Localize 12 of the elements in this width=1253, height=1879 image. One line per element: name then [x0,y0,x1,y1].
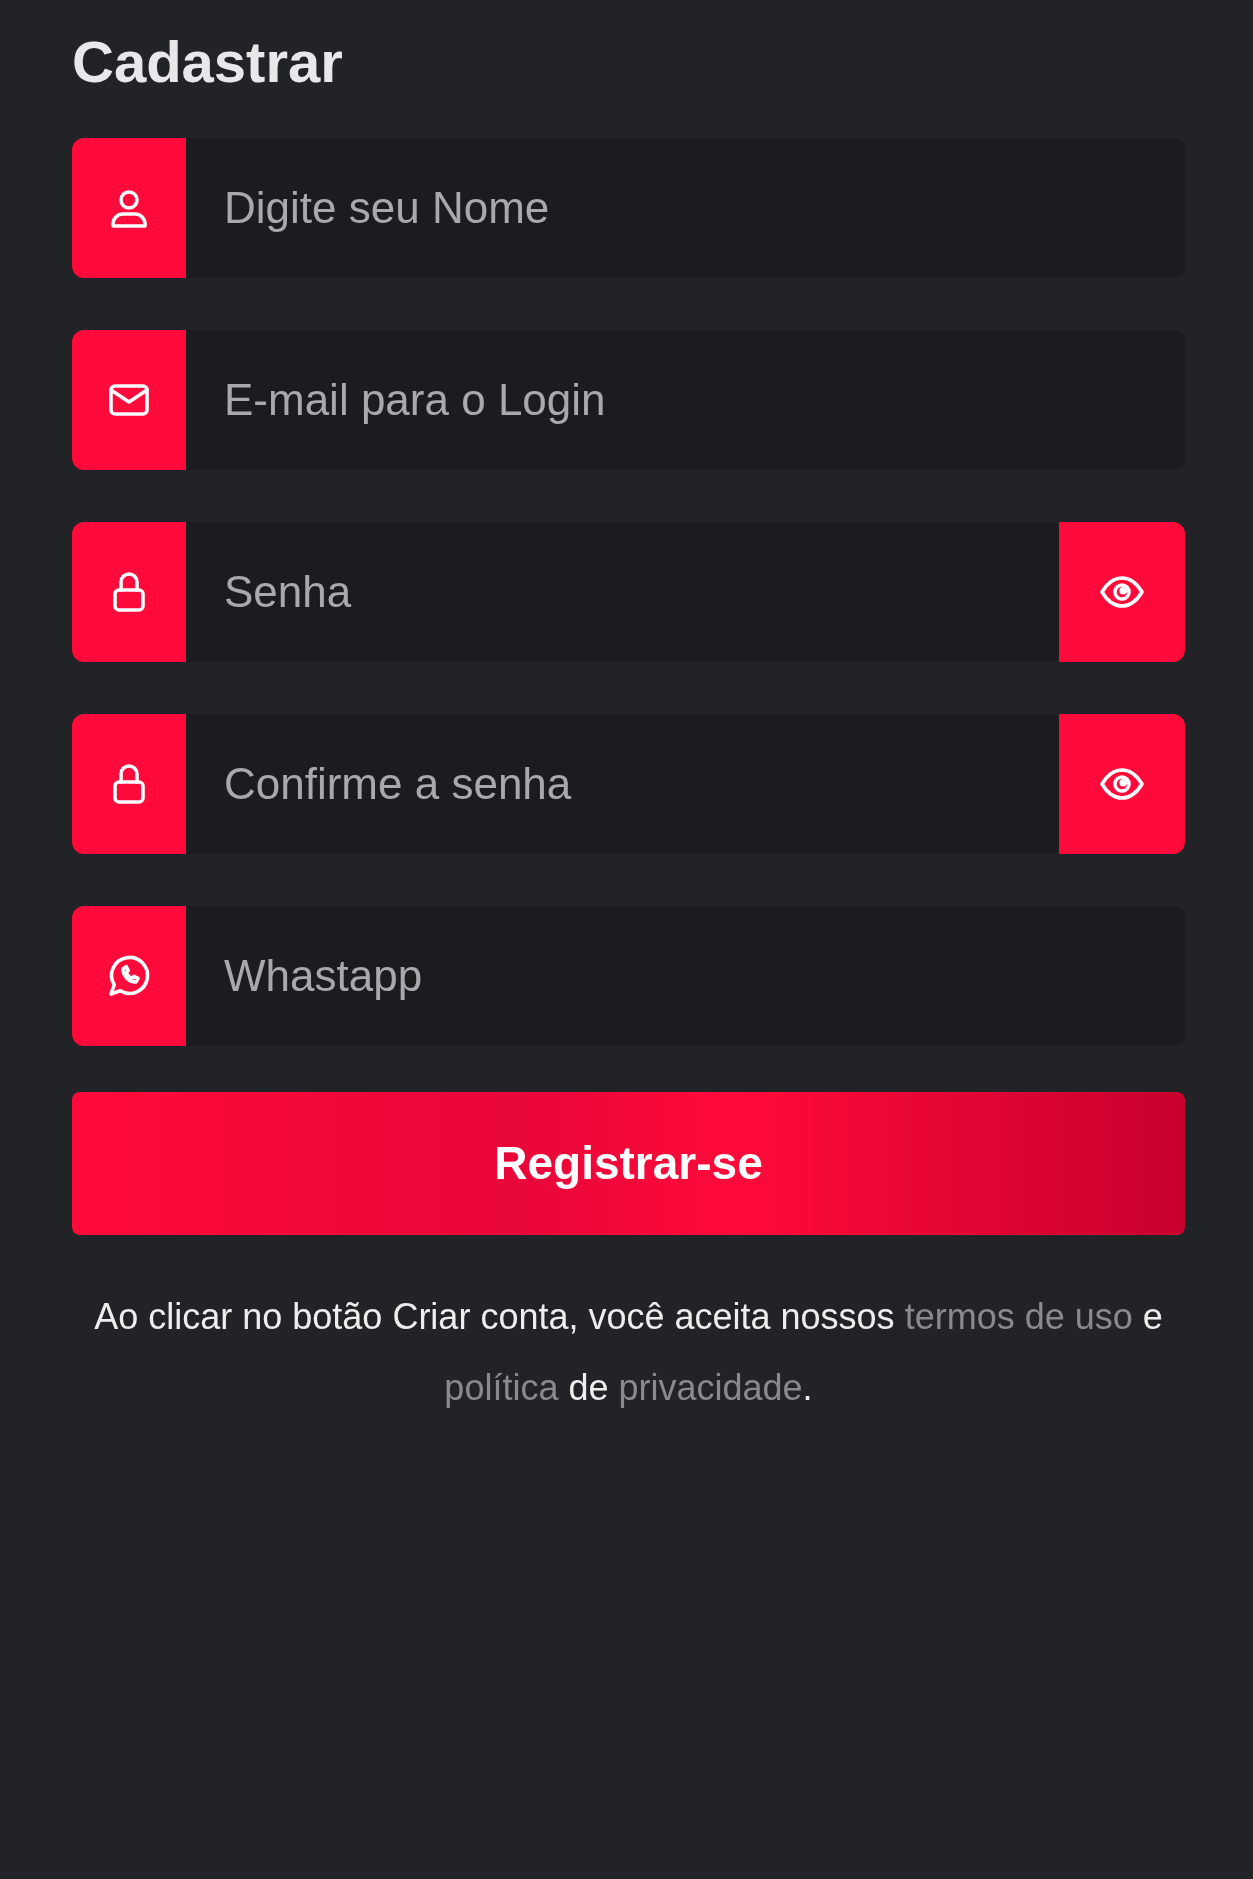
input-field[interactable]: Confirme a senha [186,713,1059,854]
page-title: Cadastrar [72,30,344,94]
text-field[interactable]: Senha [72,521,1185,662]
text-field[interactable]: Confirme a senha [72,713,1185,854]
terms-link[interactable]: política [444,1366,559,1408]
register-button[interactable]: Registrar-se [72,1091,1185,1235]
input-field[interactable]: Senha [186,521,1059,662]
show-password-button[interactable] [1059,713,1185,854]
terms-text: Ao clicar no botão Criar conta, você aceita nossos termos de uso e política de privacidade. [93,1294,1164,1410]
show-password-button[interactable] [1059,521,1185,662]
terms-link[interactable]: privacidade [618,1366,803,1408]
terms-link[interactable]: termos de uso [904,1295,1133,1337]
